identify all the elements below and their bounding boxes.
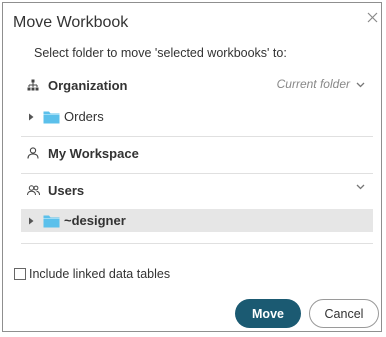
move-button[interactable]: Move [235, 299, 301, 328]
divider [21, 136, 373, 137]
tree-item-label: ~designer [64, 213, 126, 228]
section-users[interactable]: Users [21, 180, 373, 200]
section-organization-label: Organization [48, 77, 128, 93]
current-folder-dropdown[interactable]: Current folder [277, 77, 365, 91]
section-users-label: Users [48, 182, 85, 198]
users-icon [26, 183, 40, 197]
include-linked-checkbox-row[interactable]: Include linked data tables [14, 267, 170, 281]
caret-right-icon[interactable] [27, 217, 35, 225]
section-organization[interactable]: Organization Current folder [21, 75, 373, 95]
users-expand-toggle[interactable] [356, 182, 365, 191]
section-my-workspace[interactable]: My Workspace [21, 143, 373, 163]
tree-item-label: Orders [64, 109, 104, 124]
close-icon[interactable] [365, 11, 379, 25]
dialog-title: Move Workbook [13, 14, 129, 31]
tree-item-orders[interactable]: Orders [21, 105, 373, 128]
move-workbook-dialog: Move Workbook Select folder to move 'sel… [2, 2, 382, 332]
dialog-subtitle: Select folder to move 'selected workbook… [34, 46, 287, 60]
current-folder-label: Current folder [276, 77, 350, 91]
chevron-down-icon [356, 184, 365, 190]
chevron-down-icon [356, 82, 365, 87]
tree-item-designer[interactable]: ~designer [21, 209, 373, 232]
divider [21, 243, 373, 244]
org-tree-icon [26, 78, 40, 92]
include-linked-label: Include linked data tables [29, 267, 171, 281]
caret-right-icon[interactable] [27, 113, 35, 121]
folder-icon [43, 215, 60, 227]
user-icon [26, 146, 40, 160]
section-my-workspace-label: My Workspace [48, 145, 139, 161]
folder-icon [43, 111, 60, 123]
cancel-button[interactable]: Cancel [309, 299, 379, 328]
include-linked-checkbox[interactable] [14, 268, 26, 280]
divider [21, 173, 373, 174]
